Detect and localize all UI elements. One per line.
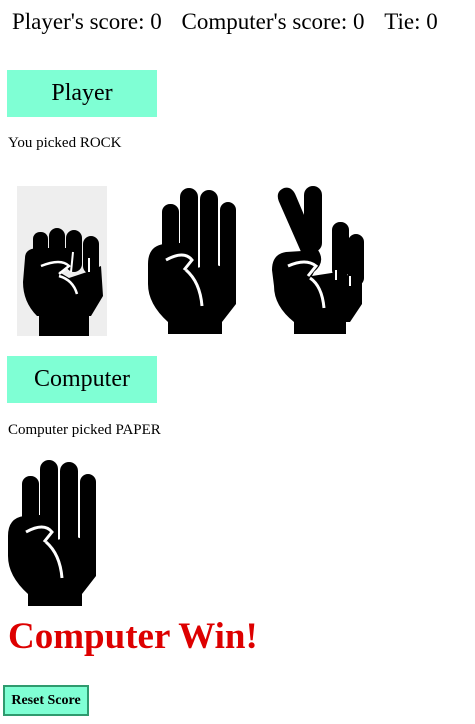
computer-label: Computer <box>7 356 157 403</box>
reset-score-button[interactable]: Reset Score <box>3 685 89 716</box>
scissors-button[interactable] <box>268 186 368 336</box>
player-picked-text: You picked ROCK <box>8 135 122 151</box>
player-label: Player <box>7 70 157 117</box>
player-score: Player's score: 0 <box>12 9 162 34</box>
computer-picked-text: Computer picked PAPER <box>8 422 161 438</box>
computer-score: Computer's score: 0 <box>181 9 365 34</box>
result-message: Computer Win! <box>8 616 258 657</box>
rock-hand-icon <box>15 186 109 336</box>
scoreboard: Player's score: 0 Computer's score: 0 Ti… <box>12 8 472 36</box>
computer-choice <box>4 458 100 608</box>
paper-button[interactable] <box>144 186 240 336</box>
game-page: Player's score: 0 Computer's score: 0 Ti… <box>0 0 475 724</box>
paper-hand-icon <box>146 186 238 336</box>
rock-button[interactable] <box>15 186 111 336</box>
scissors-hand-icon <box>270 186 366 336</box>
paper-hand-icon <box>6 458 98 608</box>
tie-score: Tie: 0 <box>384 9 438 34</box>
